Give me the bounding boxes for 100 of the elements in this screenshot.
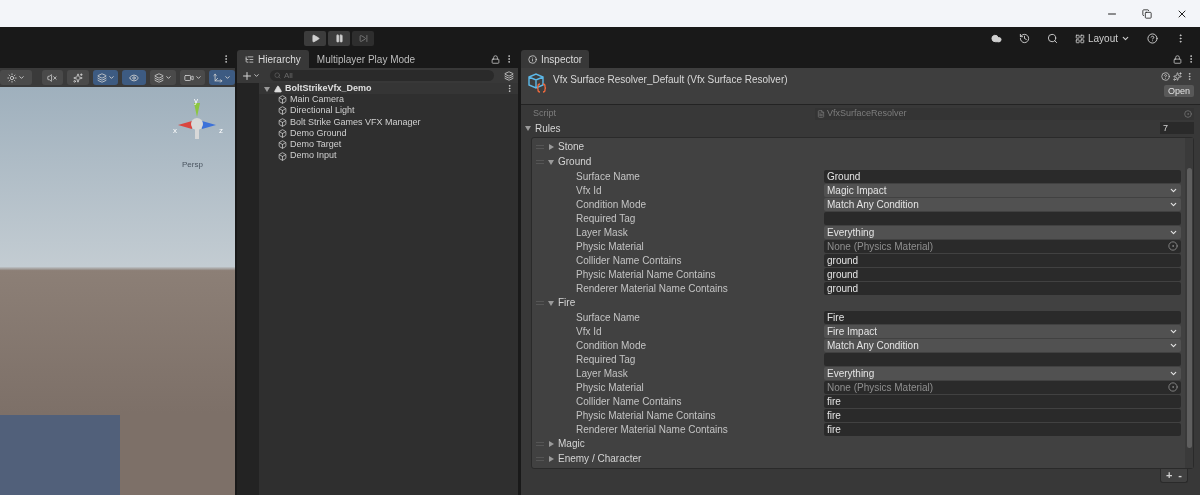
create-button[interactable] [241, 69, 260, 82]
pause-button[interactable] [328, 31, 350, 46]
field-label: Renderer Material Name Contains [576, 281, 729, 296]
search-icon [274, 72, 281, 79]
layers-button[interactable] [150, 70, 176, 85]
scene-viewport[interactable]: y x z Persp [0, 87, 235, 495]
tree-item[interactable]: Directional Light [259, 105, 518, 117]
expanded-arrow-icon[interactable] [547, 298, 555, 307]
rule-label[interactable]: Magic [558, 436, 585, 451]
search-icon[interactable] [1046, 33, 1058, 44]
text-field[interactable] [824, 211, 1181, 225]
collapsed-arrow-icon[interactable] [547, 454, 555, 463]
view-mode-label[interactable]: Persp [182, 159, 203, 171]
orientation-button[interactable] [209, 70, 235, 85]
help-icon[interactable] [1161, 72, 1170, 81]
panel-tab[interactable]: Hierarchy [237, 50, 309, 68]
list-label[interactable]: Rules [535, 120, 561, 136]
scene-picker-icon[interactable] [504, 70, 514, 81]
object-field[interactable]: None (Physics Material) [824, 239, 1181, 253]
field-label: Layer Mask [576, 366, 629, 381]
field-label: Condition Mode [576, 197, 648, 212]
axes-icon [213, 72, 224, 83]
sun-icon [6, 72, 17, 83]
cloud-icon[interactable] [990, 33, 1002, 44]
text-field[interactable]: Fire [824, 310, 1181, 324]
help-icon[interactable] [1147, 33, 1158, 44]
text-field[interactable]: fire [824, 408, 1181, 422]
axis-label: y [194, 95, 198, 107]
list-icon [245, 54, 254, 64]
dropdown[interactable]: Match Any Condition [824, 338, 1181, 352]
more-icon[interactable] [505, 84, 514, 93]
text-field[interactable]: ground [824, 253, 1181, 267]
panel-tab[interactable]: Multiplayer Play Mode [308, 50, 424, 68]
caret-icon [224, 74, 232, 81]
layers-icon [96, 72, 107, 83]
text-field[interactable]: Ground [824, 169, 1181, 183]
text-field[interactable]: ground [824, 281, 1181, 295]
collapsed-arrow-icon[interactable] [547, 142, 555, 151]
expanded-arrow-icon[interactable] [263, 84, 271, 93]
axis-label: z [219, 125, 223, 137]
rule-label[interactable]: Fire [558, 295, 576, 310]
script-file-icon [817, 110, 825, 118]
collapsed-arrow-icon[interactable] [547, 439, 555, 448]
mute-icon [47, 72, 58, 83]
play-button[interactable] [304, 31, 326, 46]
lock-icon[interactable] [491, 54, 500, 64]
tree-item[interactable]: Demo Input [259, 150, 518, 162]
tree-item[interactable]: Demo Ground [259, 127, 518, 140]
caret-icon [107, 74, 115, 81]
dropdown[interactable]: Everything [824, 225, 1181, 239]
field-label: Physic Material [576, 239, 645, 254]
eye-icon [129, 72, 140, 83]
object-picker-icon[interactable] [1168, 382, 1178, 392]
count-field[interactable]: 7 [1160, 122, 1194, 134]
object-title: Vfx Surface Resolver_Default (Vfx Surface Resolver) [553, 73, 788, 87]
text-field[interactable] [824, 352, 1181, 366]
game-object-icon [278, 140, 287, 150]
tree-item[interactable]: Demo Target [259, 139, 518, 151]
list-control-button[interactable]: - [1178, 470, 1182, 481]
field-label: Condition Mode [576, 338, 648, 353]
text-field[interactable]: fire [824, 394, 1181, 408]
dropdown[interactable]: Fire Impact [824, 324, 1181, 338]
list-control-button[interactable]: + [1165, 470, 1173, 481]
gizmo-button[interactable] [92, 70, 119, 85]
dropdown[interactable]: Everything [824, 366, 1181, 380]
camera-icon [183, 72, 194, 83]
plus-icon [241, 69, 253, 82]
rule-label[interactable]: Ground [558, 154, 592, 169]
expanded-arrow-icon[interactable] [547, 157, 555, 166]
field-label: Physic Material Name Contains [576, 267, 717, 282]
play-icon [310, 34, 320, 43]
text-field[interactable]: fire [824, 422, 1181, 436]
field-label: Surface Name [576, 310, 641, 325]
restore-icon[interactable] [1142, 8, 1152, 19]
scrollbar[interactable] [1185, 138, 1193, 468]
dropdown[interactable]: Match Any Condition [824, 197, 1181, 211]
object-field[interactable]: None (Physics Material) [824, 380, 1181, 394]
dropdown[interactable]: Magic Impact [824, 183, 1181, 197]
camera-button[interactable] [179, 70, 206, 85]
rule-label[interactable]: Enemy / Character [558, 451, 642, 466]
lighting-button[interactable] [0, 70, 32, 85]
lock-icon[interactable] [1173, 54, 1182, 64]
text-field[interactable]: ground [824, 267, 1181, 281]
tree-item[interactable]: Bolt Strike Games VFX Manager [259, 116, 518, 128]
audio-button[interactable] [41, 70, 64, 85]
object-picker-icon[interactable] [1168, 241, 1178, 251]
visibility-button[interactable] [122, 70, 147, 85]
expanded-arrow-icon[interactable] [524, 124, 532, 132]
history-icon[interactable] [1018, 33, 1030, 44]
scene-row[interactable]: BoltStrikeVfx_Demo [259, 83, 518, 94]
open-button[interactable]: Open [1163, 85, 1194, 97]
game-object-icon [278, 129, 287, 139]
field-label: Required Tag [576, 211, 637, 226]
rule-label[interactable]: Stone [558, 139, 585, 154]
effects-button[interactable] [67, 70, 89, 85]
panel-tab[interactable]: Inspector [521, 50, 590, 68]
tree-item[interactable]: Main Camera [259, 94, 518, 106]
layout-button[interactable]: Layout [1074, 31, 1130, 46]
pause-icon [334, 34, 344, 43]
caret-icon [164, 74, 172, 81]
